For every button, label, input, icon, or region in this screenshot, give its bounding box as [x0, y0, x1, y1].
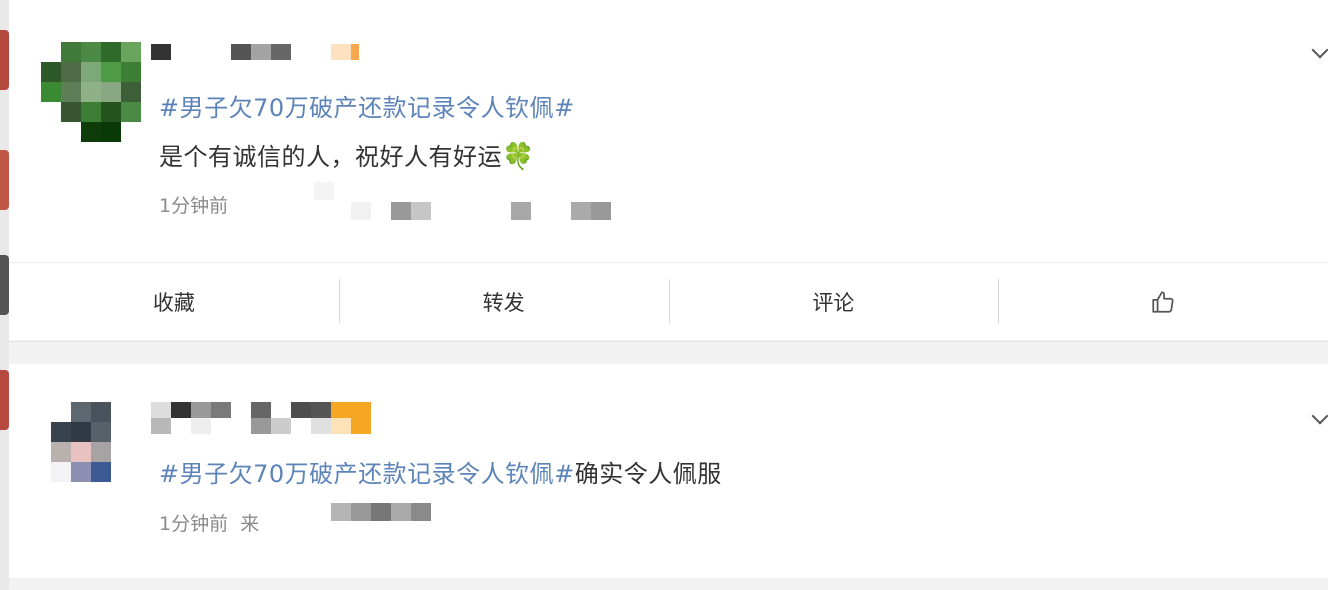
topic-link[interactable]: #男子欠70万破产还款记录令人钦佩# [159, 88, 575, 123]
side-tab-mark [0, 255, 9, 315]
post-card: #男子欠70万破产还款记录令人钦佩#确实令人佩服 1分钟前 来 [9, 364, 1328, 578]
comment-button[interactable]: 评论 [668, 263, 999, 341]
post-card: #男子欠70万破产还款记录令人钦佩# 是个有诚信的人，祝好人有好运🍀 1分钟前 … [9, 0, 1328, 342]
source-mosaic [314, 182, 334, 200]
side-tab-mark [0, 150, 9, 210]
post-text: 是个有诚信的人，祝好人有好运🍀 [159, 137, 535, 172]
side-tab-mark [0, 370, 9, 430]
topic-link[interactable]: #男子欠70万破产还款记录令人钦佩# [159, 460, 575, 488]
source-mosaic [331, 503, 431, 521]
post-text: #男子欠70万破产还款记录令人钦佩#确实令人佩服 [159, 454, 722, 489]
favorite-button[interactable]: 收藏 [9, 263, 339, 341]
source-mosaic [351, 202, 611, 220]
username[interactable] [151, 402, 381, 434]
chevron-down-icon[interactable] [1311, 41, 1328, 59]
post-body: 是个有诚信的人，祝好人有好运 [159, 143, 502, 171]
left-strip [0, 0, 9, 590]
repost-label: 转发 [482, 291, 525, 315]
like-button[interactable] [998, 263, 1328, 341]
post-source: 来 [240, 513, 260, 535]
action-bar: 收藏 转发 评论 [9, 262, 1328, 342]
repost-button[interactable]: 转发 [338, 263, 669, 341]
post-timestamp: 1分钟前 [159, 513, 229, 535]
post-timestamp: 1分钟前 [159, 195, 229, 217]
post-body: 确实令人佩服 [574, 460, 722, 488]
chevron-down-icon[interactable] [1311, 407, 1328, 425]
four-leaf-clover-icon: 🍀 [502, 142, 535, 172]
comment-label: 评论 [812, 291, 855, 315]
thumbs-up-icon [1152, 291, 1174, 313]
avatar[interactable] [51, 402, 151, 502]
avatar[interactable] [41, 42, 141, 142]
favorite-label: 收藏 [152, 291, 195, 315]
side-tab-mark [0, 30, 9, 90]
post-meta: 1分钟前 来 [159, 509, 259, 536]
username[interactable] [151, 44, 359, 60]
